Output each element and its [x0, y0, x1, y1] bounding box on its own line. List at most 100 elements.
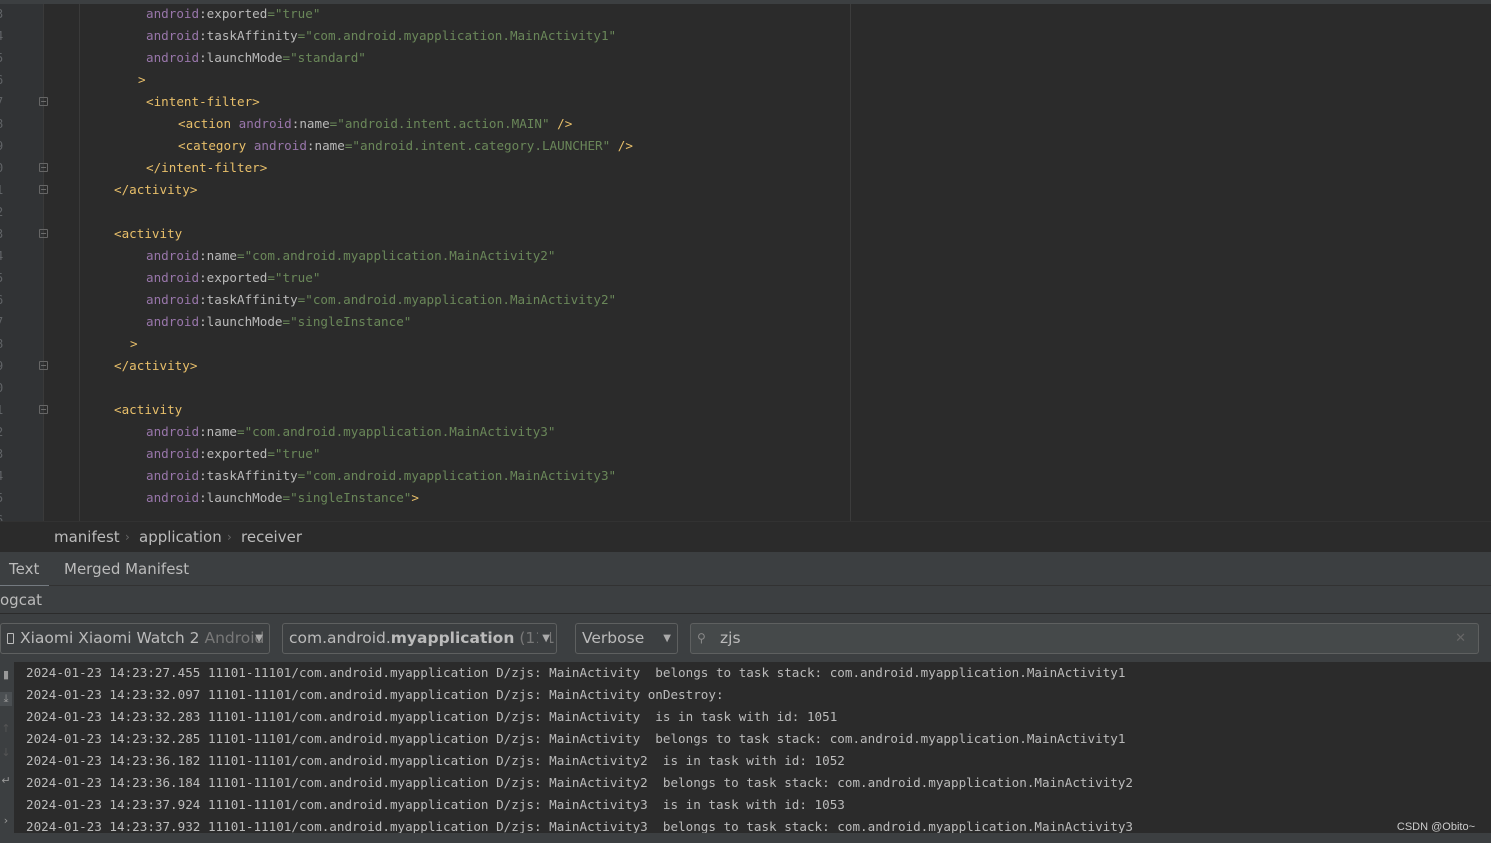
code-token-tag: <activity — [114, 226, 183, 241]
code-token-val: ="android.intent.action.MAIN" — [329, 116, 550, 131]
code-token-val: ="true" — [267, 6, 321, 21]
code-line: <category android:name="android.intent.c… — [178, 135, 633, 157]
scroll-to-end-icon[interactable]: ⤓ — [0, 692, 12, 706]
line-number: 4 — [0, 245, 8, 267]
code-token-val: ="singleInstance" — [282, 490, 412, 505]
code-line: > — [130, 333, 138, 355]
line-number: 6 — [0, 69, 8, 91]
down-arrow-icon[interactable]: ↓ — [0, 746, 12, 759]
code-token-attr: :taskAffinity — [199, 468, 298, 483]
line-number: 2 — [0, 421, 8, 443]
code-token-tag: /> — [549, 116, 573, 131]
code-line: android:launchMode="standard" — [146, 47, 366, 69]
code-token-ns: android — [146, 28, 200, 43]
breadcrumb-separator: › — [227, 530, 232, 544]
line-number: 9 — [0, 135, 8, 157]
code-token-tag: <intent-filter> — [146, 94, 260, 109]
breadcrumb: manifest › application › receiver — [0, 521, 1491, 552]
chevron-down-icon: ▼ — [663, 633, 671, 644]
code-token-tag: /> — [610, 138, 633, 153]
breadcrumb-receiver[interactable]: receiver — [241, 528, 302, 546]
line-number: 7 — [0, 311, 8, 333]
logcat-output[interactable]: 2024-01-23 14:23:27.455 11101-11101/com.… — [14, 662, 1491, 833]
line-number: 8 — [0, 333, 8, 355]
line-number: 5 — [0, 267, 8, 289]
code-token-val: ="android.intent.category.LAUNCHER" — [344, 138, 611, 153]
tab-merged-manifest[interactable]: Merged Manifest — [64, 560, 189, 578]
line-number: 4 — [0, 465, 8, 487]
code-line: android:exported="true" — [146, 443, 320, 465]
line-number: 5 — [0, 47, 8, 69]
code-line: <activity — [114, 223, 182, 245]
code-token-ns: android — [146, 50, 200, 65]
code-token-ns: android — [146, 468, 200, 483]
process-name: myapplication — [390, 629, 515, 647]
breadcrumb-application[interactable]: application — [139, 528, 222, 546]
line-number: 9 — [0, 355, 8, 377]
expand-icon[interactable]: › — [0, 814, 12, 827]
logcat-title: ogcat — [0, 591, 43, 609]
line-number: 5 — [0, 487, 8, 509]
line-number: 4 — [0, 25, 8, 47]
fold-marker-icon[interactable]: − — [39, 163, 48, 172]
tab-text[interactable]: Text — [0, 560, 50, 588]
code-token-tag: > — [130, 336, 138, 351]
log-line: 2024-01-23 14:23:32.097 11101-11101/com.… — [26, 687, 724, 702]
code-line: android:taskAffinity="com.android.myappl… — [146, 465, 616, 487]
code-token-ns: android — [146, 292, 200, 307]
log-line: 2024-01-23 14:23:32.283 11101-11101/com.… — [26, 709, 838, 724]
code-token-val: ="true" — [267, 270, 321, 285]
code-token-ns: android — [146, 424, 200, 439]
fold-marker-icon[interactable]: − — [39, 185, 48, 194]
breadcrumb-separator: › — [125, 530, 130, 544]
code-token-attr: :name — [199, 248, 237, 263]
trash-icon[interactable]: ▮ — [0, 668, 12, 681]
status-bar — [0, 833, 1491, 843]
watermark: CSDN @Obito~ — [1396, 821, 1475, 833]
right-margin-guide — [850, 4, 851, 521]
fold-gutter — [44, 4, 80, 521]
line-number: 1 — [0, 399, 8, 421]
fold-marker-icon[interactable]: − — [39, 405, 48, 414]
soft-wrap-icon[interactable]: ↵ — [0, 774, 12, 787]
device-dropdown[interactable]: Xiaomi Xiaomi Watch 2 Android 1 ▼ — [0, 623, 270, 654]
process-prefix: com.android. — [289, 629, 391, 647]
logcat-search-input[interactable]: ⚲ zjs ✕ — [690, 623, 1479, 654]
code-token-tag: <category — [178, 138, 254, 153]
process-dropdown[interactable]: com.android.myapplication (1110: ▼ — [282, 623, 557, 654]
code-token-attr: :name — [306, 138, 345, 153]
line-number: 3 — [0, 443, 8, 465]
code-token-tag: <action — [178, 116, 239, 131]
log-line: 2024-01-23 14:23:37.924 11101-11101/com.… — [26, 797, 845, 812]
line-number: 0 — [0, 377, 8, 399]
chevron-down-icon: ▼ — [255, 633, 263, 644]
clear-icon[interactable]: ✕ — [1455, 624, 1466, 653]
search-value: zjs — [720, 629, 741, 647]
chevron-down-icon: ▼ — [538, 624, 550, 653]
code-token-tag: </activity> — [114, 358, 198, 373]
line-number: 0 — [0, 157, 8, 179]
fold-marker-icon[interactable]: − — [39, 361, 48, 370]
code-token-val: ="singleInstance" — [282, 314, 412, 329]
fold-marker-icon[interactable]: − — [39, 97, 48, 106]
device-name: Xiaomi Xiaomi Watch 2 — [20, 629, 200, 647]
code-editor[interactable]: 3android:exported="true"4android:taskAff… — [0, 4, 1491, 521]
code-token-val: ="com.android.myapplication.MainActivity… — [237, 248, 556, 263]
breadcrumb-manifest[interactable]: manifest — [54, 528, 120, 546]
code-line: android:name="com.android.myapplication.… — [146, 421, 555, 443]
code-token-attr: :exported — [199, 270, 268, 285]
line-number: 8 — [0, 113, 8, 135]
line-number: 6 — [0, 289, 8, 311]
code-token-val: ="com.android.myapplication.MainActivity… — [297, 28, 617, 43]
log-line: 2024-01-23 14:23:27.455 11101-11101/com.… — [26, 665, 1126, 680]
code-token-tag: </intent-filter> — [146, 160, 268, 175]
code-token-ns: android — [146, 446, 200, 461]
log-level-dropdown[interactable]: Verbose ▼ — [575, 623, 678, 654]
code-token-ns: android — [146, 314, 200, 329]
up-arrow-icon[interactable]: ↑ — [0, 722, 12, 735]
code-token-attr: :name — [199, 424, 237, 439]
code-token-ns: android — [146, 6, 200, 21]
code-token-ns: android — [238, 116, 292, 131]
fold-marker-icon[interactable]: − — [39, 229, 48, 238]
code-token-tag: <activity — [114, 402, 183, 417]
